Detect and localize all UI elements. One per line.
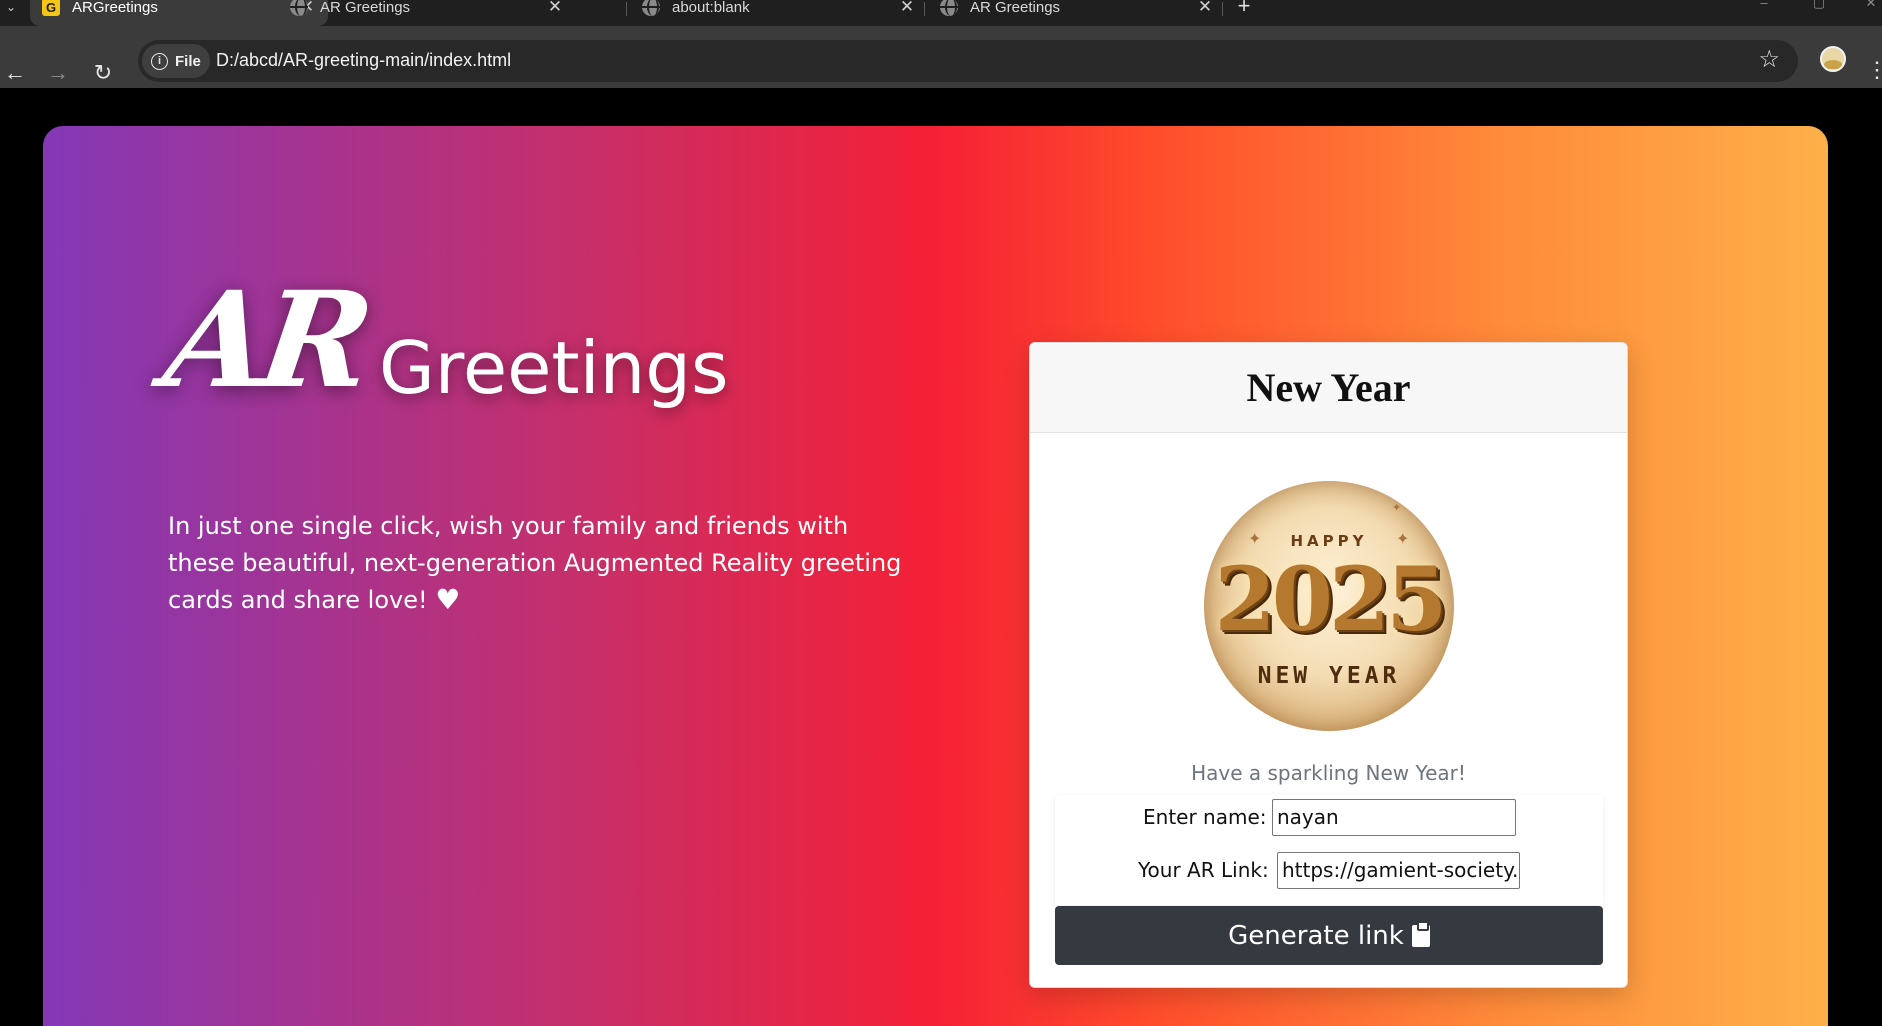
tagline: In just one single click, wish your fami…: [168, 508, 908, 619]
page-viewport: AR Greetings In just one single click, w…: [0, 88, 1882, 1026]
image-new-year-text: NEW YEAR: [1257, 663, 1401, 689]
tagline-text: In just one single click, wish your fami…: [168, 512, 902, 614]
ar-greetings-logo: AR Greetings: [156, 263, 787, 418]
bookmark-star-icon[interactable]: ☆: [1758, 45, 1780, 74]
logo-wordmark: Greetings: [379, 326, 729, 410]
card-subtitle: Have a sparkling New Year!: [1191, 761, 1466, 785]
g-favicon-icon: G: [42, 0, 60, 16]
hero-section: AR Greetings In just one single click, w…: [43, 126, 1828, 1026]
back-button[interactable]: ←: [0, 58, 30, 88]
tab-title: AR Greetings: [320, 0, 411, 16]
minimize-icon[interactable]: –: [1749, 0, 1779, 10]
reload-button[interactable]: ↻: [88, 58, 118, 88]
ar-link-label: Your AR Link:: [1138, 858, 1269, 882]
logo-ar-mark: AR: [156, 263, 375, 418]
generate-link-label: Generate link: [1228, 920, 1404, 951]
ar-link-row: Your AR Link: https://gamient-society.: [1055, 850, 1603, 890]
window-close-icon[interactable]: ✕: [1856, 0, 1882, 10]
tab-search-chevron-icon[interactable]: ⌄: [0, 0, 22, 18]
name-row: Enter name: nayan: [1055, 797, 1603, 837]
site-info-chip[interactable]: i File: [142, 44, 210, 78]
card-header: New Year: [1030, 343, 1627, 433]
tab-divider: [924, 2, 925, 16]
globe-icon: [290, 0, 308, 16]
tab-title: ARGreetings: [72, 0, 158, 16]
clipboard-icon: [1411, 920, 1430, 947]
tab-title: about:blank: [672, 0, 750, 16]
address-bar[interactable]: i File D:/abcd/AR-greeting-main/index.ht…: [138, 40, 1798, 82]
globe-icon: [642, 0, 660, 16]
tab-ar-greetings-1[interactable]: AR Greetings ✕: [278, 0, 576, 26]
sparkle-icon: ✦: [1392, 502, 1402, 514]
new-year-2025-image: ✦ ✦ ✦ HAPPY 2025 NEW YEAR: [1204, 481, 1454, 731]
name-input[interactable]: nayan: [1272, 799, 1516, 836]
info-icon: i: [151, 52, 168, 70]
greeting-card: New Year ✦ ✦ ✦ HAPPY 2025 NEW YEAR Have …: [1029, 342, 1628, 988]
tab-title: AR Greetings: [970, 0, 1061, 16]
link-form: Enter name: nayan Your AR Link: https://…: [1055, 795, 1603, 905]
tab-strip: ⌄ G ARGreetings ✕ AR Greetings ✕ about:b…: [0, 0, 1882, 26]
heart-icon: ♥: [435, 583, 461, 616]
profile-avatar[interactable]: [1820, 46, 1846, 72]
image-year-text: 2025: [1214, 547, 1448, 651]
globe-icon: [940, 0, 958, 16]
forward-button[interactable]: →: [43, 58, 73, 88]
name-label: Enter name:: [1143, 805, 1267, 829]
tab-about-blank[interactable]: about:blank ✕: [630, 0, 928, 26]
card-title: New Year: [1246, 365, 1411, 410]
ar-link-input[interactable]: https://gamient-society.: [1277, 852, 1520, 889]
tab-close-icon[interactable]: ✕: [544, 0, 566, 18]
restore-icon[interactable]: ▢: [1804, 0, 1834, 10]
tab-ar-greetings-2[interactable]: AR Greetings ✕: [928, 0, 1226, 26]
new-tab-button[interactable]: +: [1232, 0, 1256, 17]
tab-divider: [626, 2, 627, 16]
browser-menu-icon[interactable]: ⋮: [1866, 56, 1882, 84]
tab-close-icon[interactable]: ✕: [896, 0, 918, 18]
site-chip-label: File: [175, 52, 201, 70]
tab-close-icon[interactable]: ✕: [1194, 0, 1216, 18]
tab-divider: [1222, 2, 1223, 16]
generate-link-button[interactable]: Generate link: [1055, 906, 1603, 965]
url-text[interactable]: D:/abcd/AR-greeting-main/index.html: [216, 50, 511, 71]
